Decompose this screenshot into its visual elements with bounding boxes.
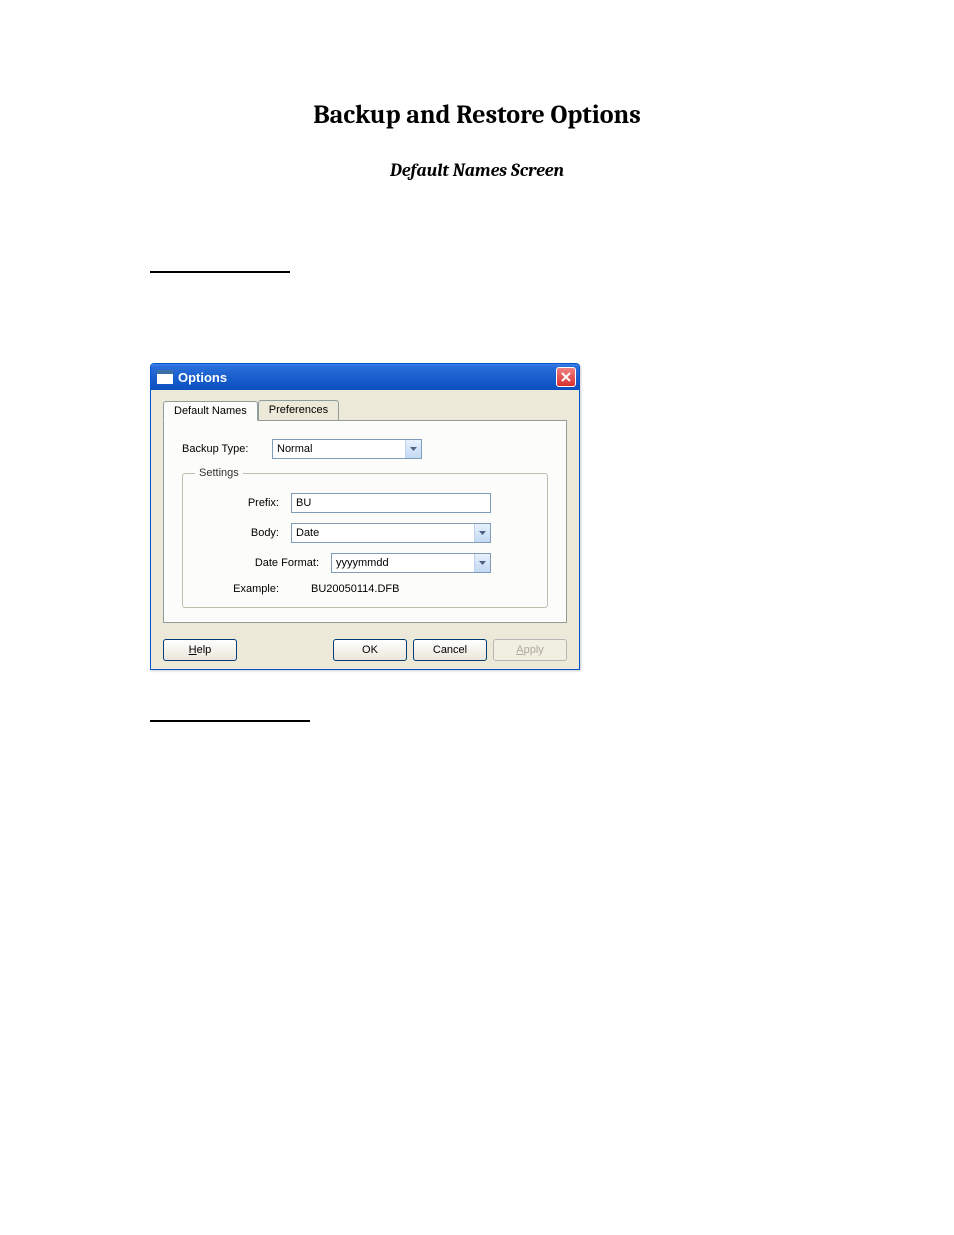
body-dropdown[interactable]: Date: [291, 523, 491, 543]
apply-button: Apply: [493, 639, 567, 661]
body-row: Body: Date: [201, 523, 529, 543]
tab-label: Default Names: [174, 405, 247, 417]
settings-legend: Settings: [195, 467, 243, 479]
backup-type-value: Normal: [277, 443, 405, 455]
titlebar[interactable]: Options: [151, 364, 579, 390]
dialog-body: Default Names Preferences Backup Type: N…: [151, 390, 579, 669]
prefix-input[interactable]: [291, 493, 491, 513]
example-value: BU20050114.DFB: [291, 583, 399, 595]
tab-default-names[interactable]: Default Names: [163, 401, 258, 421]
page-title: Backup and Restore Options: [100, 100, 854, 130]
chevron-down-icon[interactable]: [474, 524, 490, 542]
date-format-label: Date Format:: [201, 557, 331, 569]
example-label: Example:: [201, 583, 291, 595]
close-icon: [561, 372, 571, 382]
close-button[interactable]: [556, 367, 576, 387]
help-button[interactable]: Help: [163, 639, 237, 661]
backup-type-row: Backup Type: Normal: [182, 439, 548, 459]
date-format-row: Date Format: yyyymmdd: [201, 553, 529, 573]
page-subtitle: Default Names Screen: [100, 160, 854, 181]
settings-fieldset: Settings Prefix: Body: Date Date For: [182, 467, 548, 608]
chevron-down-icon[interactable]: [405, 440, 421, 458]
ok-button[interactable]: OK: [333, 639, 407, 661]
example-row: Example: BU20050114.DFB: [201, 583, 529, 595]
window-title: Options: [178, 370, 227, 385]
options-dialog: Options Default Names Preferences Backup…: [150, 363, 580, 670]
app-icon: [157, 370, 173, 384]
cancel-button-label: Cancel: [433, 644, 467, 656]
date-format-value: yyyymmdd: [336, 557, 474, 569]
tab-panel-default-names: Backup Type: Normal Settings Prefix: Bod…: [163, 421, 567, 623]
button-bar: Help OK Cancel Apply: [163, 635, 567, 661]
prefix-row: Prefix:: [201, 493, 529, 513]
body-label: Body:: [201, 527, 291, 539]
titlebar-left: Options: [157, 370, 227, 385]
divider: [150, 720, 310, 722]
tab-label: Preferences: [269, 404, 328, 416]
button-right-group: OK Cancel Apply: [333, 639, 567, 661]
backup-type-label: Backup Type:: [182, 443, 272, 455]
tabs: Default Names Preferences: [163, 400, 567, 421]
divider: [150, 271, 290, 273]
ok-button-label: OK: [362, 644, 378, 656]
cancel-button[interactable]: Cancel: [413, 639, 487, 661]
help-button-label: Help: [189, 644, 212, 656]
backup-type-dropdown[interactable]: Normal: [272, 439, 422, 459]
tab-preferences[interactable]: Preferences: [258, 400, 339, 420]
apply-button-label: Apply: [516, 644, 544, 656]
chevron-down-icon[interactable]: [474, 554, 490, 572]
prefix-label: Prefix:: [201, 497, 291, 509]
body-value: Date: [296, 527, 474, 539]
date-format-dropdown[interactable]: yyyymmdd: [331, 553, 491, 573]
